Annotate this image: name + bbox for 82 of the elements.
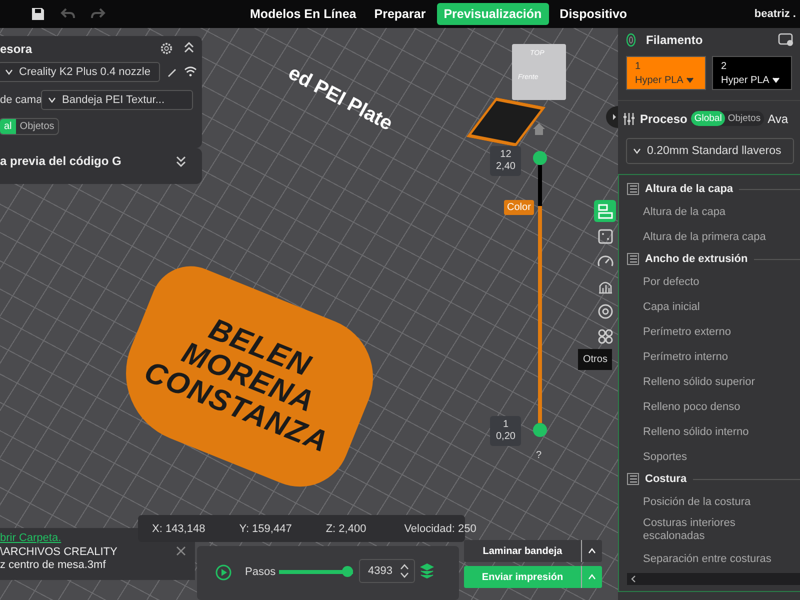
section-icon (627, 183, 639, 195)
home-icon[interactable] (532, 122, 546, 136)
coordinate-readout: Z: 2,400 (326, 522, 366, 534)
section-title: Proceso (640, 112, 688, 126)
help-link[interactable]: ? (536, 450, 542, 461)
setting-item[interactable]: Perímetro externo (627, 319, 800, 344)
expand-panel-icon[interactable] (606, 106, 618, 128)
expand-icon[interactable] (176, 156, 186, 168)
lower-layer-thumb[interactable] (533, 423, 547, 437)
chevron-icon (5, 69, 13, 75)
wifi-icon (184, 66, 197, 77)
color-change-tag[interactable]: Color (504, 200, 534, 215)
setting-item[interactable]: Posición de la costura (627, 489, 800, 514)
scroll-left-icon[interactable] (630, 575, 638, 583)
settings-icon[interactable] (160, 42, 173, 55)
layer-slider-track[interactable] (538, 165, 542, 423)
group-title: Altura de la capa (645, 183, 734, 195)
bed-type-dropdown[interactable]: Bandeja PEI Textur... (41, 90, 193, 110)
panel-title: a previa del código G (0, 154, 122, 168)
grid-icon (596, 326, 614, 346)
action-button[interactable]: Laminar bandeja (464, 540, 602, 562)
layers-icon (596, 202, 614, 220)
caret-icon (686, 77, 694, 83)
frame-icon (596, 226, 614, 246)
setting-item[interactable]: Perímetro interno (627, 344, 800, 369)
sliders-icon (622, 112, 636, 126)
caret-icon (772, 77, 780, 83)
setting-item[interactable]: Por defecto (627, 269, 800, 294)
step-input[interactable]: 4393 (359, 559, 415, 583)
scope-toggle[interactable]: Objetos (16, 119, 58, 134)
upper-layer-thumb[interactable] (533, 151, 547, 165)
setting-item[interactable]: Separación entre costuras (627, 546, 800, 571)
group-title: Costura (645, 473, 687, 485)
setting-item[interactable]: Soportes (627, 444, 800, 469)
layers-stack-icon[interactable] (420, 563, 434, 579)
setting-item[interactable]: Altura de la capa (627, 199, 800, 224)
nav-tab[interactable]: Dispositivo (552, 3, 634, 25)
setting-item[interactable]: Altura de la primera capa (627, 224, 800, 249)
panel-title: esora (0, 42, 32, 56)
nav-tab[interactable]: Preparar (367, 3, 433, 25)
file-path-text: \ARCHIVOS CREALITY (0, 546, 118, 558)
section-icon (627, 473, 639, 485)
chevron-icon (633, 148, 641, 154)
bed-type-label: de cama (0, 94, 42, 106)
group-title: Ancho de extrusión (645, 253, 748, 265)
plate-label: ed PEI Plate (284, 62, 396, 136)
file-path-text: z centro de mesa.3mf (0, 559, 106, 571)
process-preset-dropdown[interactable]: 0.20mm Standard llaveros (626, 138, 794, 164)
nav-tab[interactable]: Modelos En Línea (243, 3, 364, 25)
printer-dropdown[interactable]: Creality K2 Plus 0.4 nozzle (0, 62, 160, 82)
section-icon (627, 253, 639, 265)
caret-icon (588, 548, 596, 554)
layer-label: 12 2,40 (490, 146, 522, 176)
spinner-icon[interactable] (400, 564, 410, 578)
scope-toggle[interactable]: Objetos (724, 111, 764, 126)
user-name[interactable]: beatriz . (754, 8, 796, 20)
filament-slot[interactable]: 1 Hyper PLA (626, 56, 706, 90)
save-icon[interactable] (30, 6, 46, 22)
layer-label: 1 0,20 (490, 416, 522, 446)
chevron-icon (48, 97, 56, 103)
tooltip: Otros (578, 349, 612, 370)
filament-slot[interactable]: 2 Hyper PLA (712, 56, 792, 90)
horizontal-scrollbar[interactable] (627, 573, 800, 585)
coordinate-readout: X: 143,148 (152, 522, 206, 534)
coordinate-readout: Y: 159,447 (239, 522, 292, 534)
steps-label: Pasos (245, 566, 276, 578)
open-folder-link[interactable]: brir Carpeta. (0, 532, 62, 544)
play-icon[interactable] (215, 564, 232, 581)
filament-icon (624, 33, 638, 47)
advanced-tab[interactable]: Ava (768, 112, 788, 126)
setting-item[interactable]: Capa inicial (627, 294, 800, 319)
coordinate-readout: Velocidad: 250 (404, 522, 476, 534)
view-tool-button[interactable] (594, 200, 616, 222)
spool-icon (596, 302, 614, 320)
setting-item[interactable]: Relleno sólido superior (627, 369, 800, 394)
setting-item[interactable]: Relleno sólido interno (627, 419, 800, 444)
setting-item[interactable]: Relleno poco denso (627, 394, 800, 419)
section-title: Filamento (646, 33, 704, 47)
setting-item[interactable]: Costuras interiores escalonadas (627, 514, 800, 546)
close-icon[interactable] (176, 546, 186, 556)
caret-icon (588, 574, 596, 580)
collapse-icon[interactable] (184, 42, 194, 54)
